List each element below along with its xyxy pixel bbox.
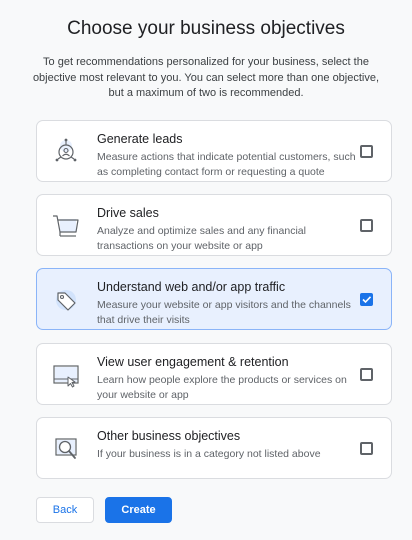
objective-title: Understand web and/or app traffic	[97, 280, 286, 294]
magnifier-icon	[49, 432, 83, 466]
objective-title: View user engagement & retention	[97, 355, 289, 369]
objective-description: Measure your website or app visitors and…	[97, 299, 351, 326]
tag-icon	[49, 283, 83, 317]
screen-cursor-icon	[49, 358, 83, 392]
back-button[interactable]: Back	[36, 497, 94, 523]
objective-title: Generate leads	[97, 132, 183, 146]
objective-description: If your business is in a category not li…	[97, 448, 321, 460]
objective-card-drive-sales[interactable]: Drive sales Analyze and optimize sales a…	[36, 194, 392, 256]
objective-card-user-engagement[interactable]: View user engagement & retention Learn h…	[36, 343, 392, 405]
objective-card-generate-leads[interactable]: Generate leads Measure actions that indi…	[36, 120, 392, 182]
objective-checkbox[interactable]	[360, 442, 373, 455]
page-title: Choose your business objectives	[67, 18, 345, 39]
create-button[interactable]: Create	[105, 497, 172, 523]
objective-card-other[interactable]: Other business objectives If your busine…	[36, 417, 392, 479]
objective-description: Measure actions that indicate potential …	[97, 151, 356, 178]
objective-card-web-app-traffic[interactable]: Understand web and/or app traffic Measur…	[36, 268, 392, 330]
objective-checkbox[interactable]	[360, 368, 373, 381]
leads-icon	[49, 135, 83, 169]
objective-description: Analyze and optimize sales and any finan…	[97, 225, 306, 252]
objective-title: Other business objectives	[97, 429, 241, 443]
objective-checkbox[interactable]	[360, 219, 373, 232]
check-icon	[362, 296, 372, 304]
objective-description: Learn how people explore the products or…	[97, 374, 347, 401]
objective-checkbox[interactable]	[360, 145, 373, 158]
objective-title: Drive sales	[97, 206, 159, 220]
page-subtitle: To get recommendations personalized for …	[32, 56, 380, 99]
objective-checkbox[interactable]	[360, 293, 373, 306]
shopping-cart-icon	[49, 209, 83, 243]
